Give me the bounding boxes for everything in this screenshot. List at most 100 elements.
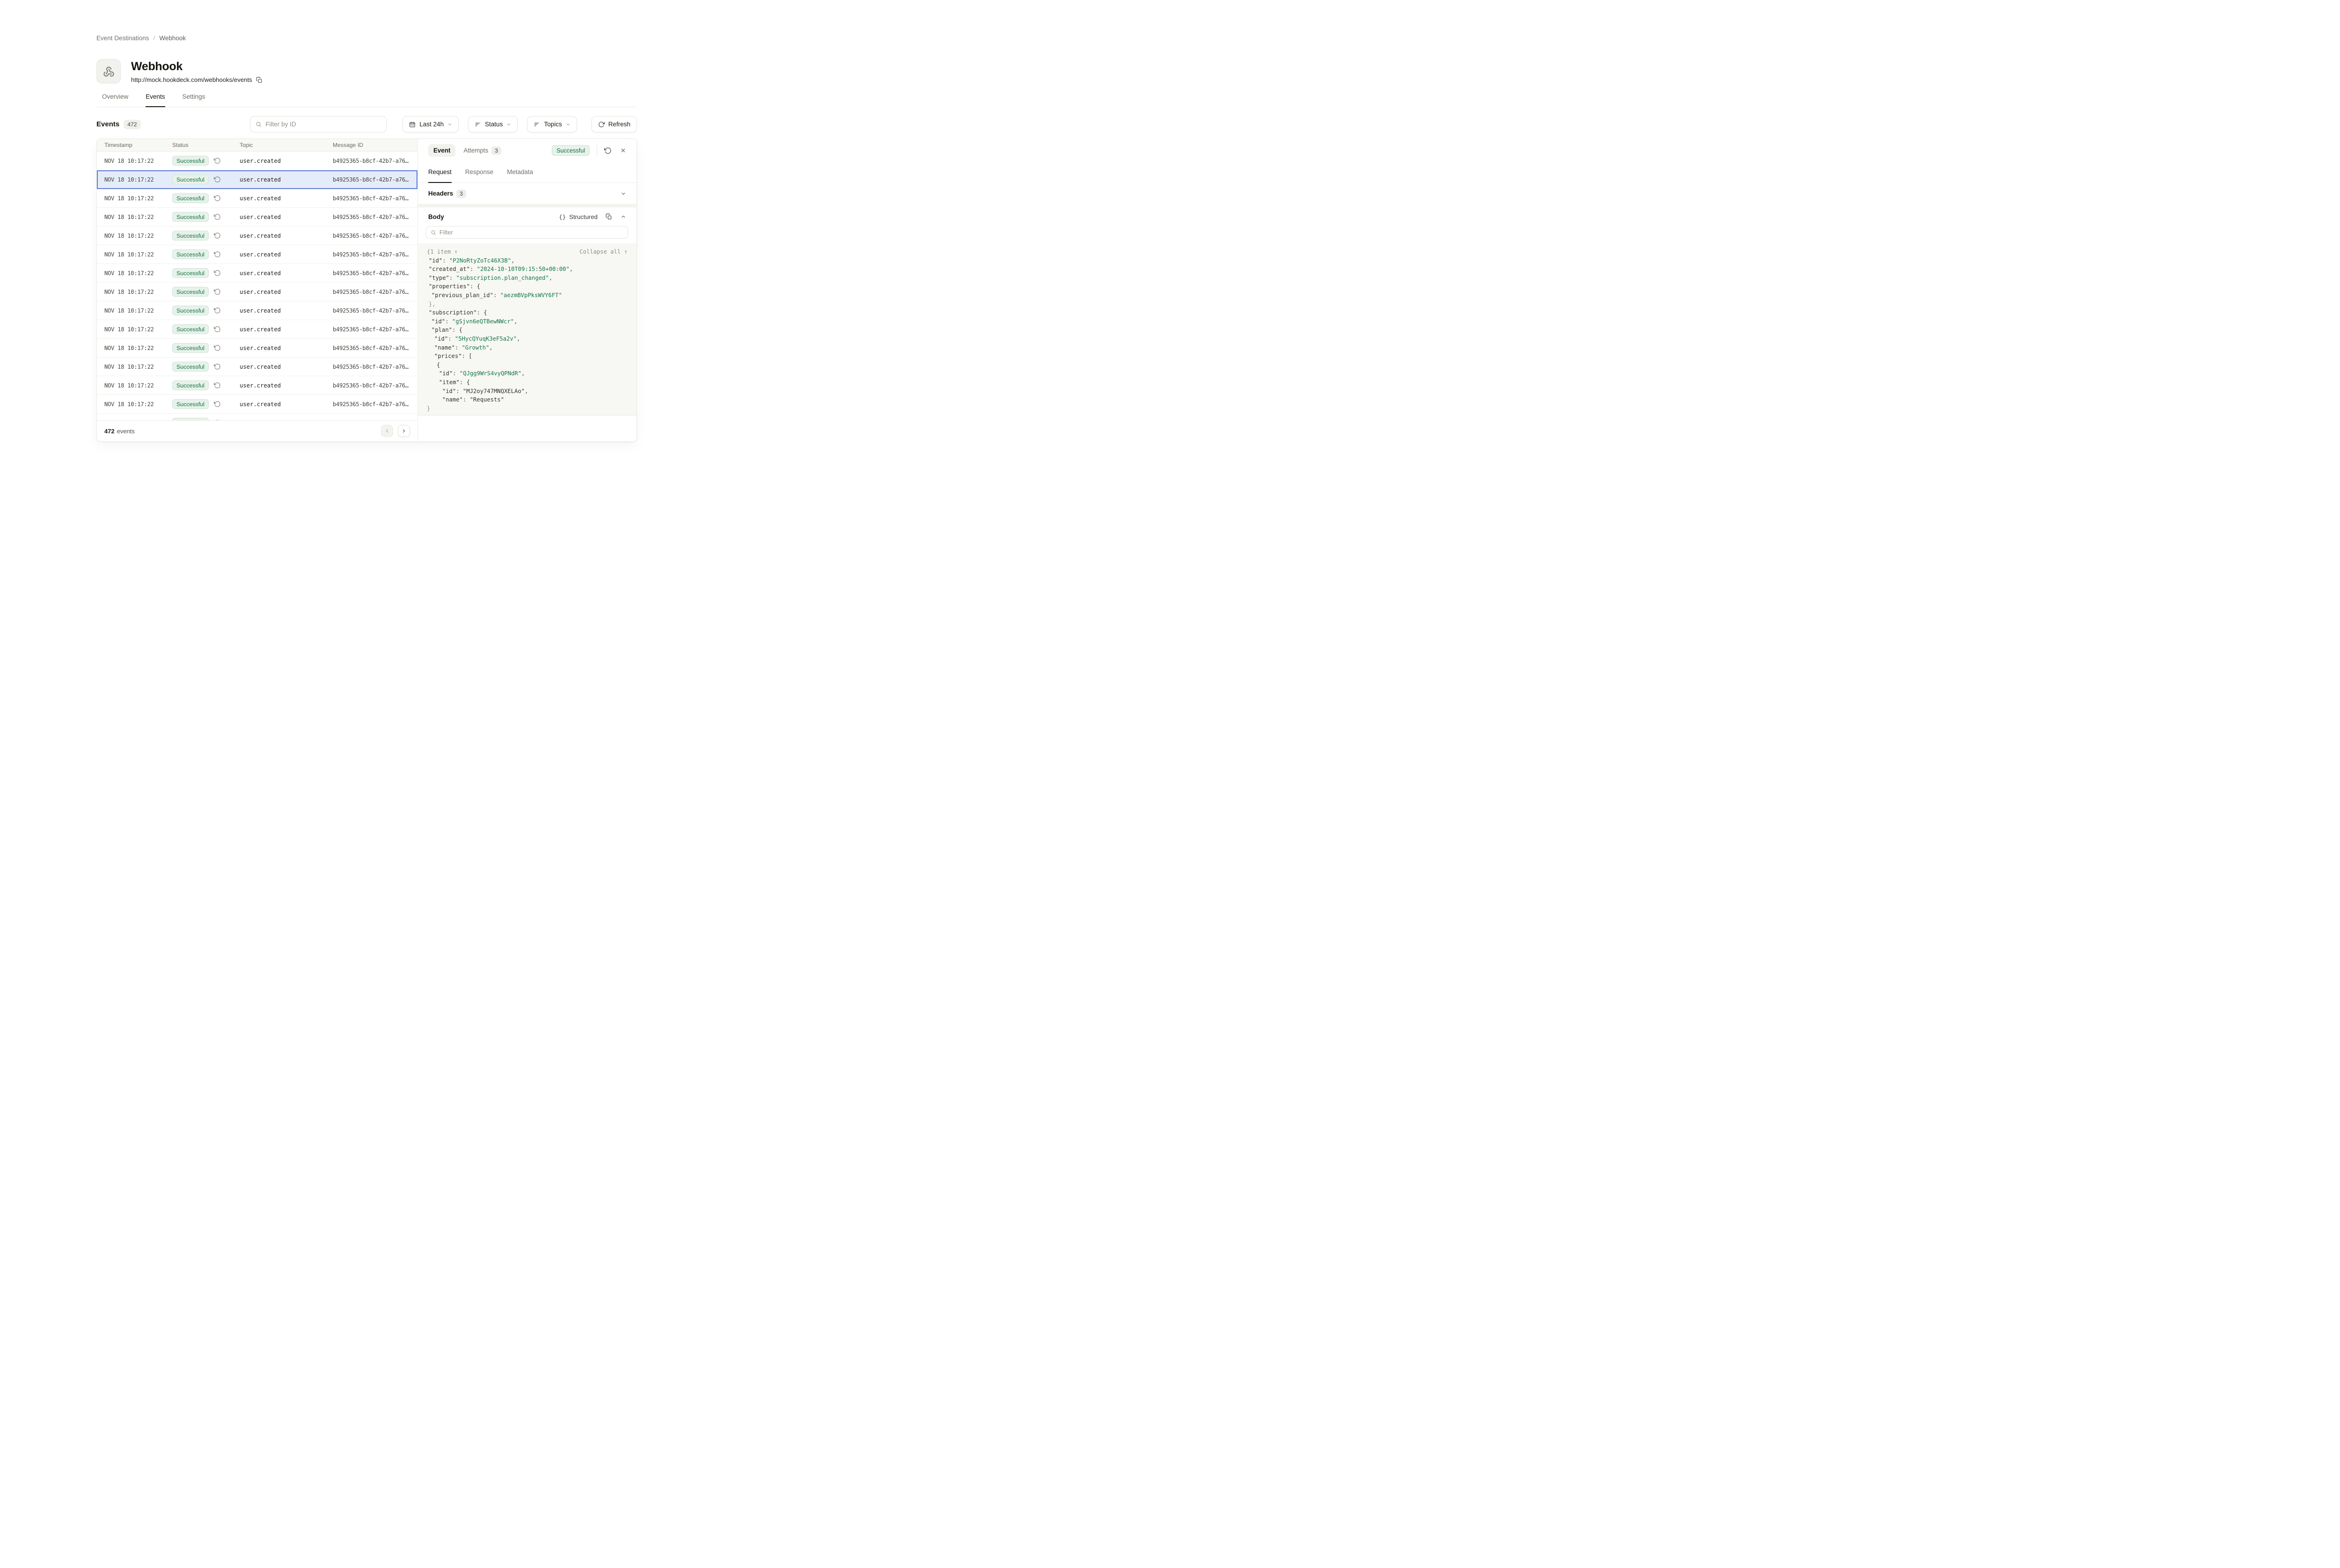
chevron-down-icon[interactable]	[621, 191, 626, 197]
headers-label: Headers	[428, 190, 453, 197]
breadcrumb-parent[interactable]: Event Destinations	[96, 35, 149, 42]
prev-page-button[interactable]	[381, 425, 393, 437]
next-page-button[interactable]	[398, 425, 410, 437]
retry-event-icon[interactable]	[604, 147, 612, 154]
time-range-label: Last 24h	[419, 121, 444, 128]
table-row[interactable]: NOV 18 10:17:22 Successful user.created …	[97, 189, 417, 208]
row-status-badge: Successful	[172, 287, 209, 297]
refresh-label: Refresh	[608, 121, 630, 128]
table-row[interactable]: NOV 18 10:17:22 Successful user.created …	[97, 320, 417, 339]
detail-tab-attempts[interactable]: Attempts	[463, 147, 488, 154]
events-table: Timestamp Status Topic Message ID NOV 18…	[97, 139, 418, 441]
tab-metadata[interactable]: Metadata	[507, 162, 533, 183]
retry-row-icon[interactable]	[214, 363, 221, 370]
topics-filter-button[interactable]: Topics	[527, 116, 577, 132]
chevron-down-icon	[447, 122, 452, 127]
close-panel-icon[interactable]	[620, 147, 626, 153]
row-status-badge: Successful	[172, 399, 209, 409]
footer-count: 472	[104, 428, 115, 435]
status-filter-button[interactable]: Status	[468, 116, 518, 132]
retry-row-icon[interactable]	[214, 288, 221, 295]
table-row[interactable]: NOV 18 10:17:22 Successful user.created …	[97, 152, 417, 170]
row-topic: user.created	[240, 195, 333, 202]
tab-overview[interactable]: Overview	[102, 93, 128, 107]
retry-row-icon[interactable]	[214, 157, 221, 164]
detail-tab-event[interactable]: Event	[428, 144, 455, 157]
row-timestamp: NOV 18 10:17:22	[104, 345, 172, 351]
items-count-label[interactable]: {1 item ↑	[427, 248, 458, 256]
table-row[interactable]: NOV 18 10:17:22 Successful user.created …	[97, 414, 417, 420]
body-filter[interactable]	[426, 226, 628, 239]
section-separator	[418, 204, 636, 207]
retry-row-icon[interactable]	[214, 401, 221, 408]
tab-settings[interactable]: Settings	[183, 93, 205, 107]
detail-tabs: Request Response Metadata	[418, 162, 636, 183]
table-row[interactable]: NOV 18 10:17:22 Successful user.created …	[97, 339, 417, 357]
row-topic: user.created	[240, 251, 333, 258]
breadcrumb: Event Destinations / Webhook	[96, 35, 637, 42]
body-label: Body	[428, 213, 444, 220]
retry-row-icon[interactable]	[214, 251, 221, 258]
row-message-id: b4925365-b8cf-42b7-a76…	[333, 233, 417, 239]
headers-count-badge: 3	[456, 190, 466, 198]
headers-section-toggle[interactable]: Headers 3	[418, 183, 636, 204]
body-filter-input[interactable]	[439, 229, 623, 236]
retry-row-icon[interactable]	[214, 232, 221, 239]
table-row[interactable]: NOV 18 10:17:22 Successful user.created …	[97, 170, 417, 189]
row-status-badge: Successful	[172, 175, 209, 184]
retry-row-icon[interactable]	[214, 326, 221, 333]
col-timestamp: Timestamp	[104, 142, 172, 148]
event-detail-panel: Event Attempts 3 Successful Request Resp…	[418, 139, 636, 441]
table-row[interactable]: NOV 18 10:17:22 Successful user.created …	[97, 283, 417, 301]
search-input[interactable]	[265, 121, 381, 128]
copy-url-icon[interactable]	[256, 77, 263, 83]
tab-events[interactable]: Events	[146, 93, 165, 107]
row-timestamp: NOV 18 10:17:22	[104, 158, 172, 164]
page-header: Webhook http://mock.hookdeck.com/webhook…	[96, 59, 637, 83]
tab-request[interactable]: Request	[428, 162, 452, 183]
table-row[interactable]: NOV 18 10:17:22 Successful user.created …	[97, 245, 417, 264]
tab-response[interactable]: Response	[465, 162, 493, 183]
table-row[interactable]: NOV 18 10:17:22 Successful user.created …	[97, 226, 417, 245]
row-status-badge: Successful	[172, 380, 209, 390]
collapse-all-button[interactable]: Collapse all ↑	[579, 248, 628, 256]
structured-mode-toggle[interactable]: Structured	[569, 213, 598, 220]
row-topic: user.created	[240, 307, 333, 314]
retry-row-icon[interactable]	[214, 195, 221, 202]
row-message-id: b4925365-b8cf-42b7-a76…	[333, 382, 417, 389]
footer-count-label: events	[117, 428, 135, 435]
col-topic: Topic	[240, 142, 333, 148]
row-timestamp: NOV 18 10:17:22	[104, 195, 172, 202]
row-message-id: b4925365-b8cf-42b7-a76…	[333, 364, 417, 370]
page: Event Destinations / Webhook Webhook htt…	[0, 35, 734, 442]
table-row[interactable]: NOV 18 10:17:22 Successful user.created …	[97, 301, 417, 320]
table-row[interactable]: NOV 18 10:17:22 Successful user.created …	[97, 395, 417, 414]
webhook-icon	[96, 59, 121, 83]
retry-row-icon[interactable]	[214, 213, 221, 220]
refresh-button[interactable]: Refresh	[592, 116, 637, 132]
table-row[interactable]: NOV 18 10:17:22 Successful user.created …	[97, 208, 417, 226]
search-icon	[256, 121, 262, 127]
table-row[interactable]: NOV 18 10:17:22 Successful user.created …	[97, 357, 417, 376]
status-filter-label: Status	[485, 121, 503, 128]
retry-row-icon[interactable]	[214, 270, 221, 277]
retry-row-icon[interactable]	[214, 176, 221, 183]
table-row[interactable]: NOV 18 10:17:22 Successful user.created …	[97, 264, 417, 283]
filter-by-id-search[interactable]	[250, 116, 387, 132]
retry-row-icon[interactable]	[214, 382, 221, 389]
row-topic: user.created	[240, 401, 333, 408]
retry-row-icon[interactable]	[214, 344, 221, 351]
row-timestamp: NOV 18 10:17:22	[104, 233, 172, 239]
chevron-up-icon[interactable]	[621, 214, 626, 219]
retry-row-icon[interactable]	[214, 307, 221, 314]
events-toolbar: Events 472 Last 24h Status	[96, 116, 637, 132]
copy-body-icon[interactable]	[606, 213, 612, 220]
chevron-down-icon	[566, 122, 570, 127]
time-range-button[interactable]: Last 24h	[402, 116, 459, 132]
row-message-id: b4925365-b8cf-42b7-a76…	[333, 251, 417, 258]
table-row[interactable]: NOV 18 10:17:22 Successful user.created …	[97, 376, 417, 395]
row-message-id: b4925365-b8cf-42b7-a76…	[333, 195, 417, 202]
row-status-badge: Successful	[172, 156, 209, 166]
breadcrumb-current[interactable]: Webhook	[159, 35, 186, 42]
attempts-count-badge: 3	[491, 146, 501, 155]
